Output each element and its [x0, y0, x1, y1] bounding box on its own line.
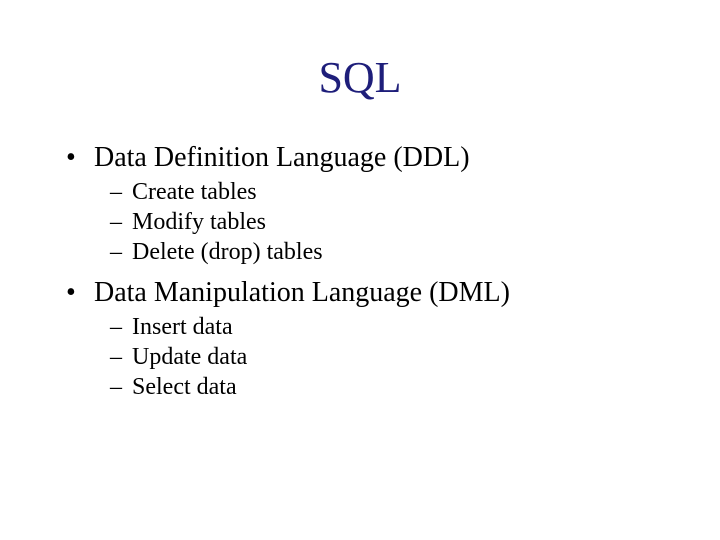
- section-ddl: • Data Definition Language (DDL) – Creat…: [66, 140, 680, 267]
- bullet-ddl-heading: • Data Definition Language (DDL): [66, 140, 680, 175]
- bullet-text: Data Manipulation Language (DML): [94, 275, 510, 310]
- bullet-text: Select data: [132, 372, 237, 402]
- bullet-dot-icon: •: [66, 275, 94, 310]
- bullet-dml-item: – Select data: [110, 372, 680, 402]
- bullet-text: Delete (drop) tables: [132, 237, 323, 267]
- bullet-dml-item: – Update data: [110, 342, 680, 372]
- bullet-dash-icon: –: [110, 372, 132, 402]
- bullet-dml-heading: • Data Manipulation Language (DML): [66, 275, 680, 310]
- bullet-text: Insert data: [132, 312, 233, 342]
- bullet-ddl-item: – Create tables: [110, 177, 680, 207]
- bullet-dash-icon: –: [110, 312, 132, 342]
- bullet-dash-icon: –: [110, 177, 132, 207]
- slide-title: SQL: [0, 52, 720, 103]
- slide-body: • Data Definition Language (DDL) – Creat…: [66, 140, 680, 410]
- bullet-dot-icon: •: [66, 140, 94, 175]
- bullet-text: Modify tables: [132, 207, 266, 237]
- bullet-dash-icon: –: [110, 237, 132, 267]
- bullet-dash-icon: –: [110, 342, 132, 372]
- bullet-ddl-item: – Delete (drop) tables: [110, 237, 680, 267]
- slide: SQL • Data Definition Language (DDL) – C…: [0, 0, 720, 540]
- bullet-dash-icon: –: [110, 207, 132, 237]
- bullet-ddl-item: – Modify tables: [110, 207, 680, 237]
- bullet-text: Create tables: [132, 177, 257, 207]
- bullet-text: Data Definition Language (DDL): [94, 140, 470, 175]
- section-dml: • Data Manipulation Language (DML) – Ins…: [66, 275, 680, 402]
- bullet-dml-item: – Insert data: [110, 312, 680, 342]
- bullet-text: Update data: [132, 342, 247, 372]
